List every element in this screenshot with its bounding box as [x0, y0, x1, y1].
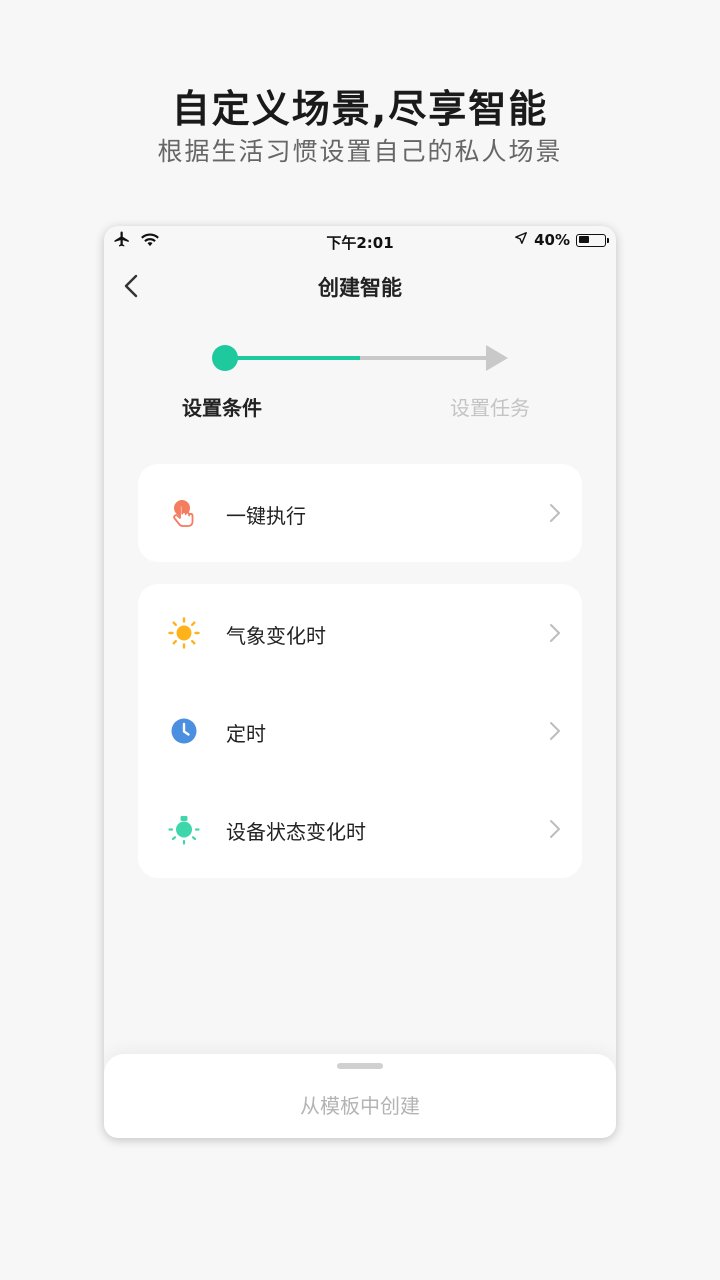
status-bar: 下午2:01 40% [104, 226, 616, 256]
condition-label-weather: 气象变化时 [226, 624, 326, 648]
clock-icon [168, 715, 200, 747]
chevron-right-icon [550, 722, 560, 740]
sun-icon [168, 617, 200, 649]
device-bulb-icon [168, 813, 200, 845]
quick-action-card: 一键执行 [138, 464, 582, 562]
create-from-template-label: 从模板中创建 [300, 1094, 420, 1118]
battery-fill [578, 236, 589, 243]
page-title: 创建智能 [318, 276, 402, 300]
condition-row-timer[interactable]: 定时 [138, 682, 582, 780]
nav-bar: 创建智能 [104, 266, 616, 306]
condition-row-one-tap[interactable]: 一键执行 [138, 464, 582, 562]
step-progress-active [232, 356, 360, 360]
step-progress-inactive [360, 356, 490, 360]
promo-subtitle: 根据生活习惯设置自己的私人场景 [157, 137, 563, 166]
status-right: 40% [514, 231, 609, 249]
sheet-drag-handle[interactable] [337, 1063, 383, 1069]
condition-label-device-status: 设备状态变化时 [226, 820, 366, 844]
battery-tip [607, 237, 609, 243]
condition-label-timer: 定时 [226, 722, 266, 746]
stepper [104, 344, 616, 371]
location-arrow-icon [514, 231, 528, 249]
chevron-right-icon [550, 504, 560, 522]
step-label-conditions: 设置条件 [182, 396, 262, 420]
chevron-right-icon [550, 624, 560, 642]
chevron-right-icon [550, 820, 560, 838]
tap-hand-icon [168, 497, 200, 529]
condition-row-weather[interactable]: 气象变化时 [138, 584, 582, 682]
battery-icon [576, 233, 609, 247]
condition-row-device-status[interactable]: 设备状态变化时 [138, 780, 582, 878]
conditions-card: 气象变化时 定时 设备状态变化时 [138, 584, 582, 878]
battery-percent: 40% [534, 231, 570, 249]
template-sheet[interactable]: 从模板中创建 [104, 1054, 616, 1138]
promo-title: 自定义场景,尽享智能 [171, 87, 549, 131]
phone-screen: 下午2:01 40% 创建智能 设置条件 设置任务 一键执行 气象变化时 定时 … [104, 226, 616, 1138]
step-label-tasks: 设置任务 [450, 396, 530, 420]
step-current-dot [212, 345, 238, 371]
condition-label-one-tap: 一键执行 [226, 504, 306, 528]
step-arrow [486, 345, 508, 371]
